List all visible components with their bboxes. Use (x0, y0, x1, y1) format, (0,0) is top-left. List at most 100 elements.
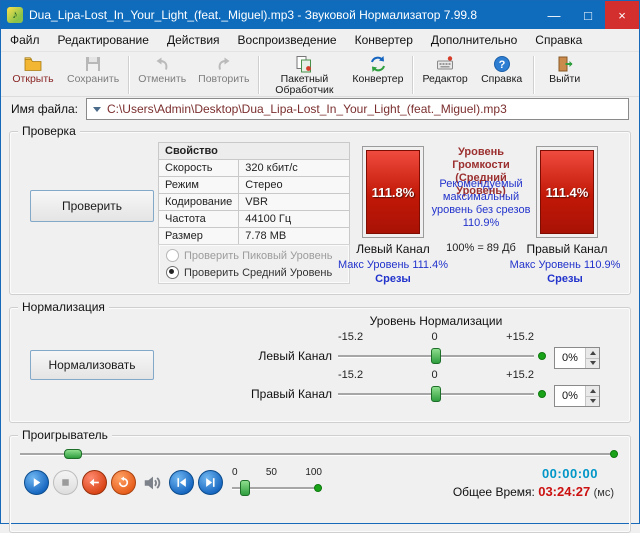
speaker-icon (144, 476, 160, 489)
prop-value: Стерео (238, 176, 350, 194)
scale-max: +15.2 (506, 369, 534, 381)
window-title: Dua_Lipa-Lost_In_Your_Light_(feat._Migue… (29, 8, 478, 22)
right-channel-slider[interactable] (338, 386, 546, 402)
left-level-value: 0% (562, 352, 578, 364)
toolbar-editor[interactable]: Редактор (416, 54, 473, 86)
radio-average-label: Проверить Средний Уровень (184, 266, 333, 279)
previous-button[interactable] (169, 470, 194, 495)
right-level-value: 0% (562, 390, 578, 402)
toolbar-converter-label: Конвертер (352, 73, 404, 85)
menu-converter[interactable]: Конвертер (346, 29, 422, 51)
left-clips-link[interactable]: Срезы (328, 273, 458, 285)
menu-actions[interactable]: Действия (158, 29, 229, 51)
seek-slider[interactable] (20, 446, 618, 462)
slider-end-dot (538, 352, 546, 360)
spin-up-button[interactable] (586, 386, 599, 396)
toolbar-separator (532, 56, 534, 94)
toolbar-help[interactable]: ? Справка (474, 54, 530, 86)
check-button[interactable]: Проверить (30, 190, 154, 222)
menu-help[interactable]: Справка (526, 29, 591, 51)
volume-button[interactable] (140, 470, 165, 495)
check-group: Проверка Проверить Свойство Скорость 320 … (9, 124, 631, 295)
toolbar-batch-processor-label: Пакетный Обработчик (275, 73, 334, 96)
properties-header: Свойство (158, 142, 350, 160)
menu-edit[interactable]: Редактирование (49, 29, 158, 51)
prop-name: Режим (157, 176, 240, 194)
file-path-value: C:\Users\Admin\Desktop\Dua_Lipa-Lost_In_… (106, 102, 507, 116)
scale-min: -15.2 (338, 369, 364, 381)
right-channel-slider-label: Правый Канал (251, 387, 332, 401)
right-clips-link[interactable]: Срезы (500, 273, 630, 285)
minimize-button[interactable]: — (537, 1, 571, 29)
spin-down-button[interactable] (586, 357, 599, 368)
stop-button[interactable] (53, 470, 78, 495)
toolbar-open[interactable]: Открыть (5, 54, 61, 86)
toolbar-undo[interactable]: Отменить (132, 54, 192, 86)
help-icon: ? (493, 55, 511, 73)
seek-thumb[interactable] (64, 449, 82, 459)
prop-value: VBR (238, 193, 350, 211)
svg-text:?: ? (498, 59, 505, 71)
next-button[interactable] (198, 470, 223, 495)
play-button[interactable] (24, 470, 49, 495)
file-name-combobox[interactable]: C:\Users\Admin\Desktop\Dua_Lipa-Lost_In_… (85, 98, 629, 120)
toolbar-separator (128, 56, 130, 94)
prop-name: Скорость (157, 159, 240, 177)
back-button[interactable] (82, 470, 107, 495)
editor-icon (436, 55, 454, 73)
normalization-level-title: Уровень Нормализации (369, 314, 503, 328)
menu-bar: Файл Редактирование Действия Воспроизвед… (1, 29, 639, 52)
toolbar-exit[interactable]: Выйти (537, 54, 593, 86)
normalize-button[interactable]: Нормализовать (30, 350, 154, 380)
prop-value: 44100 Гц (238, 210, 350, 228)
toolbar-exit-label: Выйти (549, 73, 581, 85)
close-button[interactable]: × (605, 1, 639, 29)
toolbar-save-label: Сохранить (67, 73, 120, 85)
open-folder-icon (24, 55, 42, 73)
prop-name: Частота (157, 210, 240, 228)
current-time: 00:00:00 (541, 466, 598, 481)
left-channel-slider[interactable] (338, 348, 546, 364)
chevron-down-icon[interactable] (92, 106, 101, 112)
menu-playback[interactable]: Воспроизведение (229, 29, 346, 51)
stop-icon (62, 479, 69, 486)
time-display: 00:00:00 Общее Время: 03:24:27 (мс) (429, 466, 614, 499)
toolbar-batch-processor[interactable]: Пакетный Обработчик (262, 54, 346, 97)
right-max-level: Макс Уровень 110.9% (509, 259, 621, 271)
radio-average-level[interactable]: Проверить Средний Уровень (166, 266, 342, 279)
total-time-units: (мс) (593, 487, 614, 499)
toolbar: Открыть Сохранить Отменить Повторить Пак… (1, 52, 639, 97)
repeat-button[interactable] (111, 470, 136, 495)
maximize-button[interactable]: □ (571, 1, 605, 29)
right-level-spinbox[interactable]: 0% (554, 385, 600, 407)
converter-icon (369, 55, 387, 73)
scale-max: +15.2 (506, 331, 534, 343)
toolbar-redo-label: Повторить (198, 73, 250, 85)
menu-extra[interactable]: Дополнительно (422, 29, 526, 51)
prop-name: Размер (157, 227, 240, 245)
toolbar-converter[interactable]: Конвертер (346, 54, 409, 86)
recommended-level-text: Рекомендуемый максимальный уровень без с… (431, 178, 531, 229)
menu-file[interactable]: Файл (1, 29, 49, 51)
spin-down-button[interactable] (586, 395, 599, 406)
scale-mid: 0 (431, 369, 438, 381)
slider-thumb[interactable] (431, 386, 441, 402)
normalize-group-label: Нормализация (18, 300, 109, 314)
right-channel-label: Правый Канал (526, 242, 608, 256)
next-icon (206, 478, 215, 487)
volume-thumb[interactable] (240, 480, 250, 496)
toolbar-redo[interactable]: Повторить (192, 54, 255, 86)
right-slider-scale: -15.2 0 +15.2 (338, 369, 534, 381)
table-row: Режим Стерео (157, 176, 350, 194)
slider-thumb[interactable] (431, 348, 441, 364)
toolbar-separator (412, 56, 414, 94)
seek-track[interactable] (20, 453, 618, 455)
repeat-icon (118, 476, 129, 488)
toolbar-save[interactable]: Сохранить (61, 54, 125, 86)
prop-value: 320 кбит/с (238, 159, 350, 177)
table-row: Размер 7.78 МВ (157, 227, 350, 245)
volume-slider[interactable] (232, 480, 322, 496)
player-group-label: Проигрыватель (18, 428, 112, 442)
spin-up-button[interactable] (586, 348, 599, 358)
left-level-spinbox[interactable]: 0% (554, 347, 600, 369)
